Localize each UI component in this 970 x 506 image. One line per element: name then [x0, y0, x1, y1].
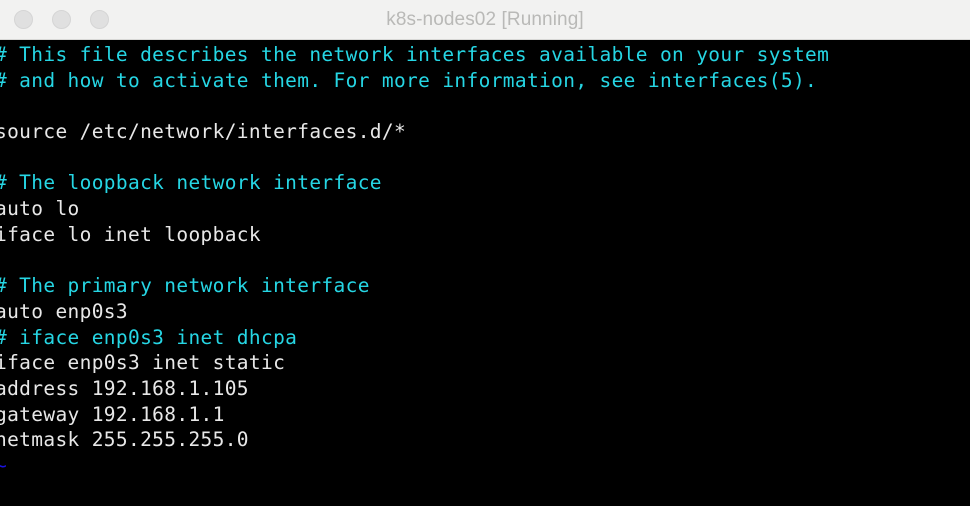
terminal-line: auto enp0s3	[0, 299, 128, 323]
window-titlebar[interactable]: k8s-nodes02 [Running]	[0, 0, 970, 40]
terminal-line: address 192.168.1.105	[0, 376, 249, 400]
terminal-line: gateway 192.168.1.1	[0, 402, 225, 426]
terminal-line: # This file describes the network interf…	[0, 43, 830, 66]
terminal-line: iface enp0s3 inet static	[0, 351, 286, 375]
terminal-line: netmask 255.255.255.0	[0, 428, 249, 452]
terminal-line: # and how to activate them. For more inf…	[0, 68, 818, 92]
terminal-line: source /etc/network/interfaces.d/*	[0, 120, 407, 144]
terminal-line: auto lo	[0, 197, 80, 221]
terminal-line-list: # This file describes the network interf…	[0, 42, 970, 506]
window-title: k8s-nodes02 [Running]	[386, 9, 584, 30]
terminal-line: # The primary network interface	[0, 274, 370, 298]
terminal-line: iface lo inet loopback	[0, 222, 261, 246]
vm-window: k8s-nodes02 [Running] # This file descri…	[0, 0, 970, 506]
terminal-line: # The loopback network interface	[0, 171, 382, 195]
terminal-line: ~	[0, 454, 8, 477]
terminal-console[interactable]: # This file describes the network interf…	[0, 40, 970, 506]
terminal-line: # iface enp0s3 inet dhcpa	[0, 325, 298, 349]
